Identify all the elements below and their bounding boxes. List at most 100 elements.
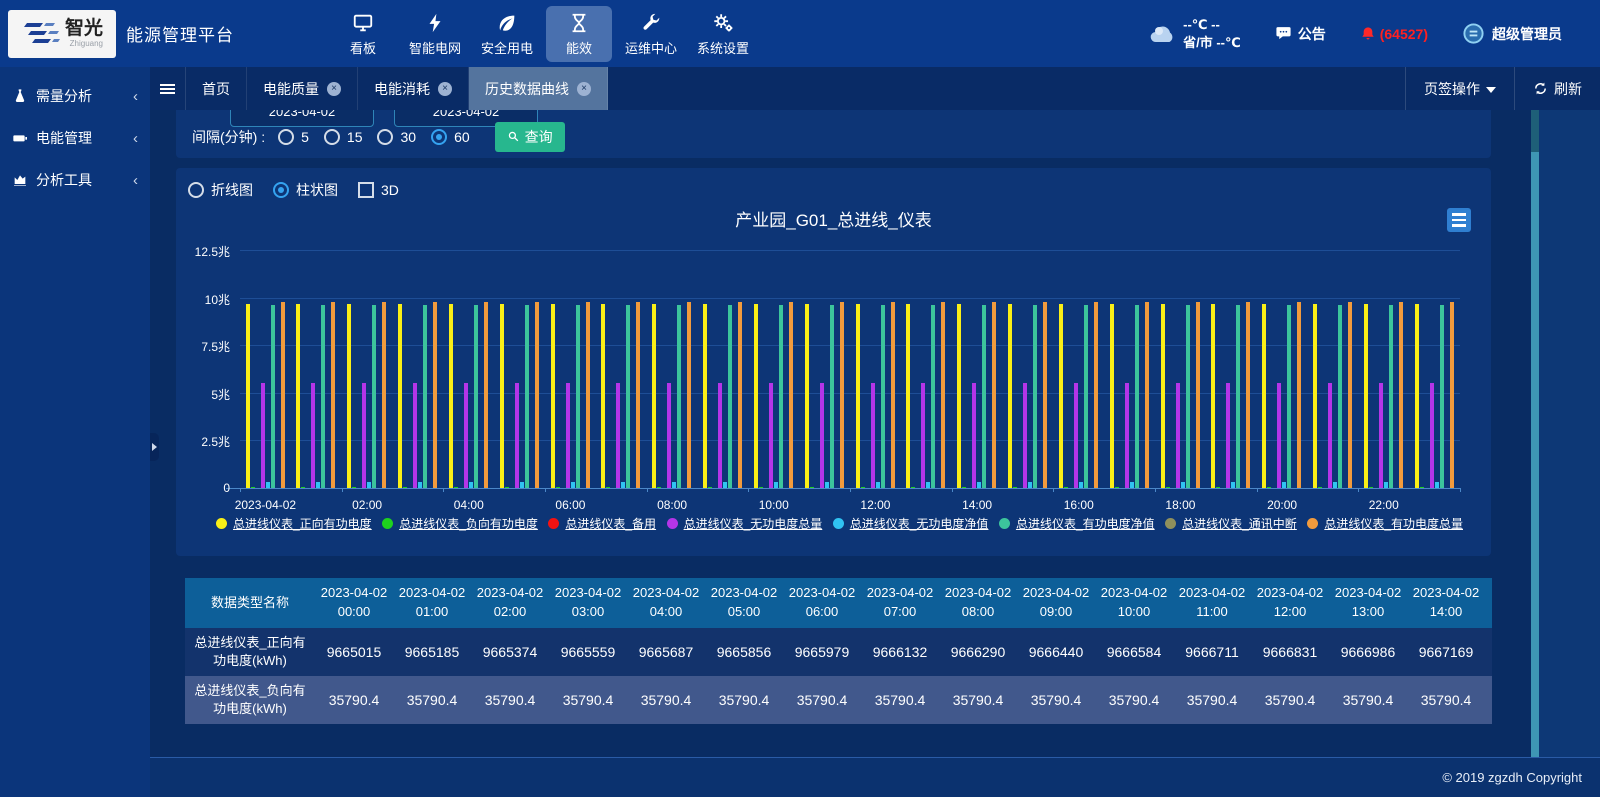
tab-2[interactable]: 电能消耗×: [358, 67, 469, 110]
table-header-cell: 2023-04-0212:00: [1251, 578, 1329, 628]
refresh-button[interactable]: 刷新: [1514, 67, 1600, 110]
page-content: 间隔(分钟) : 5153060 查询 折线图柱状图3D 产业园_G01_总进线…: [150, 110, 1531, 757]
tab-close-icon[interactable]: ×: [327, 82, 341, 96]
tab-close-icon[interactable]: ×: [577, 82, 591, 96]
chart-type-option-1[interactable]: 柱状图: [273, 180, 338, 200]
chart-type-option-2[interactable]: 3D: [358, 182, 399, 198]
interval-options: 5 15 30 60: [278, 129, 470, 145]
bar: [1008, 304, 1012, 488]
bar: [1384, 482, 1388, 488]
nav-item-label: 运维中心: [625, 38, 677, 57]
interval-option-30[interactable]: 30: [377, 129, 416, 145]
y-axis-tick-label: 7.5兆: [178, 338, 230, 355]
query-button[interactable]: 查询: [495, 122, 565, 152]
x-axis-label: 02:00: [352, 498, 382, 512]
hourglass-icon: [568, 12, 590, 34]
bar: [1135, 305, 1139, 488]
bar: [1231, 482, 1235, 488]
vertical-scrollbar[interactable]: [1531, 110, 1539, 757]
radio-icon: [324, 129, 340, 145]
bar: [586, 302, 590, 488]
bar: [601, 304, 605, 488]
nav-item-safe-power[interactable]: 安全用电: [474, 6, 540, 62]
user-menu[interactable]: 超级管理员: [1462, 22, 1562, 45]
nav-item-smart-grid[interactable]: 智能电网: [402, 6, 468, 62]
nav-item-system-settings[interactable]: 系统设置: [690, 6, 756, 62]
value-cell: 35790.4: [393, 676, 471, 724]
nav-item-ops-center[interactable]: 运维中心: [618, 6, 684, 62]
bar: [1074, 383, 1078, 488]
bar: [856, 304, 860, 488]
sidebar-item-analysis-tools[interactable]: 分析工具 ‹: [0, 159, 150, 201]
header-time: 01:00: [416, 603, 449, 622]
bar: [1226, 383, 1230, 488]
bar: [372, 305, 376, 488]
x-axis-label: 06:00: [555, 498, 585, 512]
interval-option-label: 60: [454, 129, 470, 145]
chart-icon: [12, 172, 28, 188]
announcement-button[interactable]: 公告: [1275, 24, 1326, 44]
interval-option-5[interactable]: 5: [278, 129, 309, 145]
x-axis-tick: [952, 488, 953, 492]
value-cell: 35790.4: [1095, 676, 1173, 724]
legend-label: 总进线仪表_有功电度净值: [1016, 515, 1155, 532]
app-title: 能源管理平台: [126, 21, 234, 46]
tab-1[interactable]: 电能质量×: [247, 67, 358, 110]
x-axis-tick: [1257, 488, 1258, 492]
bar: [1064, 487, 1068, 488]
bar: [1246, 302, 1250, 488]
alarm-button[interactable]: (64527): [1360, 25, 1428, 43]
legend-label: 总进线仪表_有功电度总量: [1324, 515, 1463, 532]
table-header-cell: 2023-04-0205:00: [705, 578, 783, 628]
bar: [982, 305, 986, 488]
nav-item-energy-efficiency[interactable]: 能效: [546, 6, 612, 62]
sidebar-item-demand-analysis[interactable]: 需量分析 ‹: [0, 75, 150, 117]
chart-toolbox-button[interactable]: [1447, 208, 1471, 232]
tab-operations-dropdown[interactable]: 页签操作: [1405, 67, 1514, 110]
tab-close-icon[interactable]: ×: [438, 82, 452, 96]
bar: [251, 487, 255, 488]
radio-icon: [188, 182, 204, 198]
bar: [418, 482, 422, 488]
nav-item-dashboard[interactable]: 看板: [330, 6, 396, 62]
header-time: 10:00: [1118, 603, 1151, 622]
value-cell: 9667169: [1407, 628, 1485, 676]
legend-dot-icon: [1165, 518, 1176, 529]
value-cell: 35790.4: [1251, 676, 1329, 724]
legend-item-0[interactable]: 总进线仪表_正向有功电度: [216, 515, 372, 532]
legend-item-5[interactable]: 总进线仪表_有功电度净值: [999, 515, 1155, 532]
legend-item-1[interactable]: 总进线仪表_负向有功电度: [382, 515, 538, 532]
chart-type-option-0[interactable]: 折线图: [188, 180, 253, 200]
chart-type-label: 折线图: [211, 180, 253, 200]
legend-item-7[interactable]: 总进线仪表_有功电度总量: [1307, 515, 1463, 532]
bar: [464, 383, 468, 488]
bar: [830, 305, 834, 488]
bar: [652, 304, 656, 488]
weather-widget: --℃ -- 省/市 --℃: [1148, 16, 1241, 51]
interval-option-15[interactable]: 15: [324, 129, 363, 145]
sidebar-collapse-handle[interactable]: [150, 433, 159, 461]
legend-label: 总进线仪表_通讯中断: [1182, 515, 1297, 532]
legend-item-6[interactable]: 总进线仪表_通讯中断: [1165, 515, 1297, 532]
bar: [861, 487, 865, 488]
bar: [1043, 302, 1047, 488]
interval-option-60[interactable]: 60: [431, 129, 470, 145]
legend-item-4[interactable]: 总进线仪表_无功电度净值: [833, 515, 989, 532]
table-header-cell: 数据类型名称: [185, 578, 315, 628]
tab-list-toggle[interactable]: [150, 67, 186, 110]
value-cell: 35790.4: [939, 676, 1017, 724]
bar: [1364, 304, 1368, 488]
tab-3[interactable]: 历史数据曲线×: [469, 67, 608, 110]
bar: [1176, 383, 1180, 488]
brand-subname: Zhiguang: [65, 39, 103, 48]
sidebar-item-energy-management[interactable]: 电能管理 ‹: [0, 117, 150, 159]
table-header-cell: 2023-04-0213:00: [1329, 578, 1407, 628]
legend-item-2[interactable]: 总进线仪表_备用: [548, 515, 656, 532]
tab-0[interactable]: 首页: [186, 67, 247, 110]
scrollbar-thumb[interactable]: [1531, 152, 1539, 757]
header-date: 2023-04-02: [477, 584, 544, 603]
value-cell: 9665185: [393, 628, 471, 676]
legend-item-3[interactable]: 总进线仪表_无功电度总量: [667, 515, 823, 532]
header-date: 2023-04-02: [1179, 584, 1246, 603]
bar: [1181, 482, 1185, 488]
